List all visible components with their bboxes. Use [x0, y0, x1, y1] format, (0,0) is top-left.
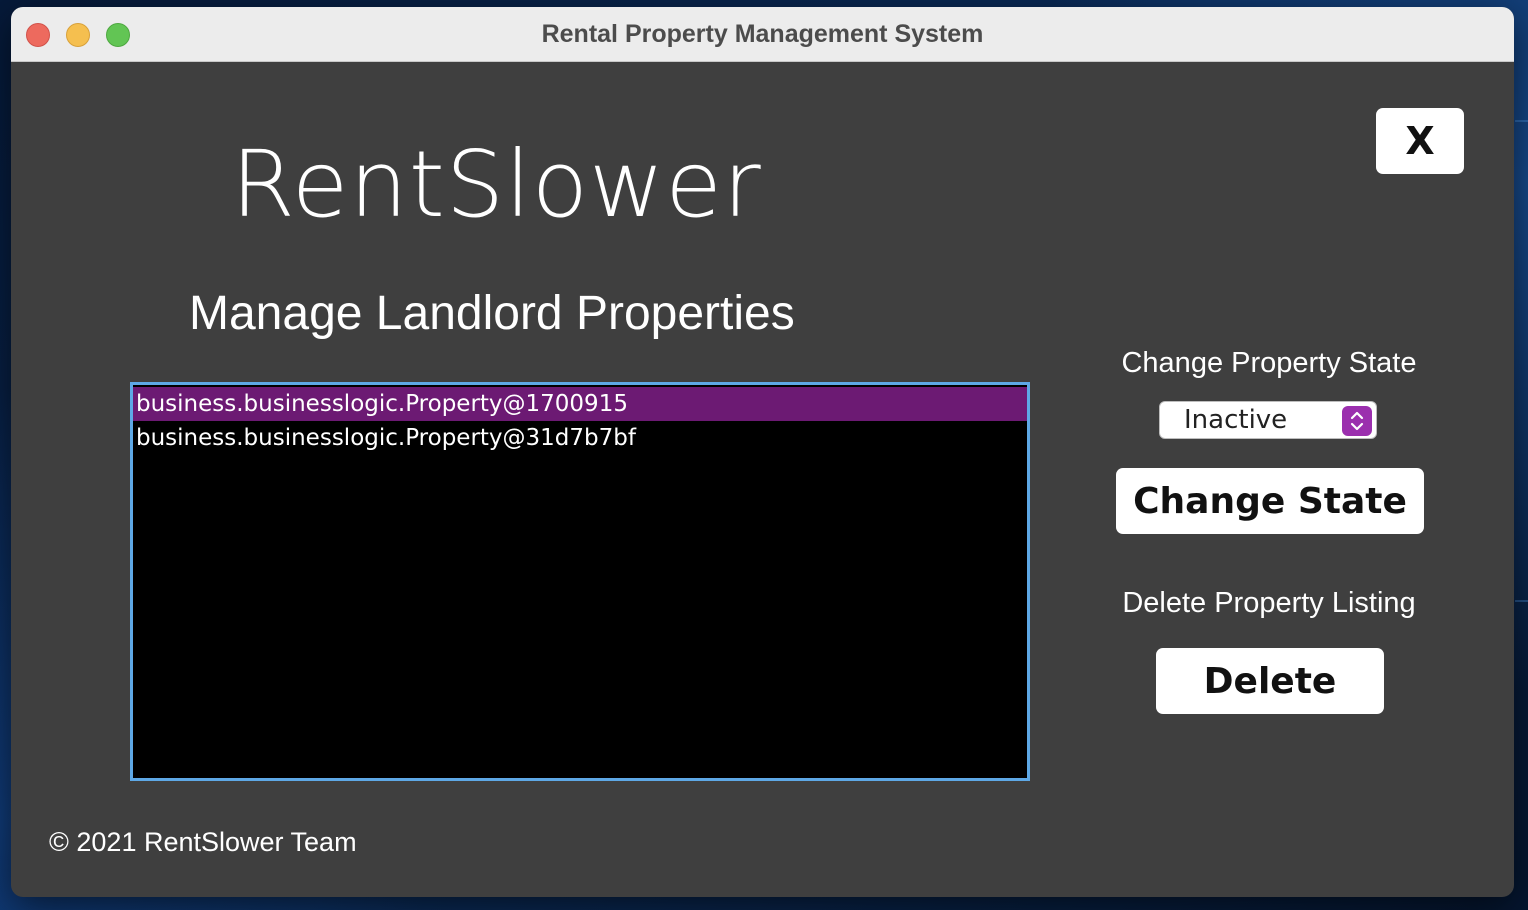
- app-window: Rental Property Management System X Rent…: [11, 7, 1514, 897]
- close-button[interactable]: X: [1376, 108, 1464, 174]
- property-state-select[interactable]: Inactive: [1159, 401, 1377, 439]
- change-state-button[interactable]: Change State: [1116, 468, 1424, 534]
- desktop-decoration: [1515, 120, 1528, 122]
- footer-copyright: © 2021 RentSlower Team: [49, 827, 357, 857]
- page-title: Manage Landlord Properties: [189, 287, 795, 340]
- close-icon: X: [1405, 119, 1435, 163]
- property-list[interactable]: business.businesslogic.Property@1700915 …: [130, 382, 1030, 781]
- selected-state-value: Inactive: [1184, 405, 1288, 435]
- delete-listing-label: Delete Property Listing: [1122, 587, 1416, 619]
- chevron-up-down-icon: [1342, 406, 1372, 436]
- delete-button[interactable]: Delete: [1156, 648, 1384, 714]
- list-item[interactable]: business.businesslogic.Property@31d7b7bf: [133, 421, 1027, 455]
- app-logo: RentSlower: [231, 131, 762, 238]
- change-state-label: Change Property State: [1121, 347, 1417, 379]
- list-item[interactable]: business.businesslogic.Property@1700915: [133, 387, 1027, 421]
- desktop-decoration: [1515, 600, 1528, 602]
- title-bar: Rental Property Management System: [11, 7, 1514, 62]
- window-title: Rental Property Management System: [541, 20, 984, 48]
